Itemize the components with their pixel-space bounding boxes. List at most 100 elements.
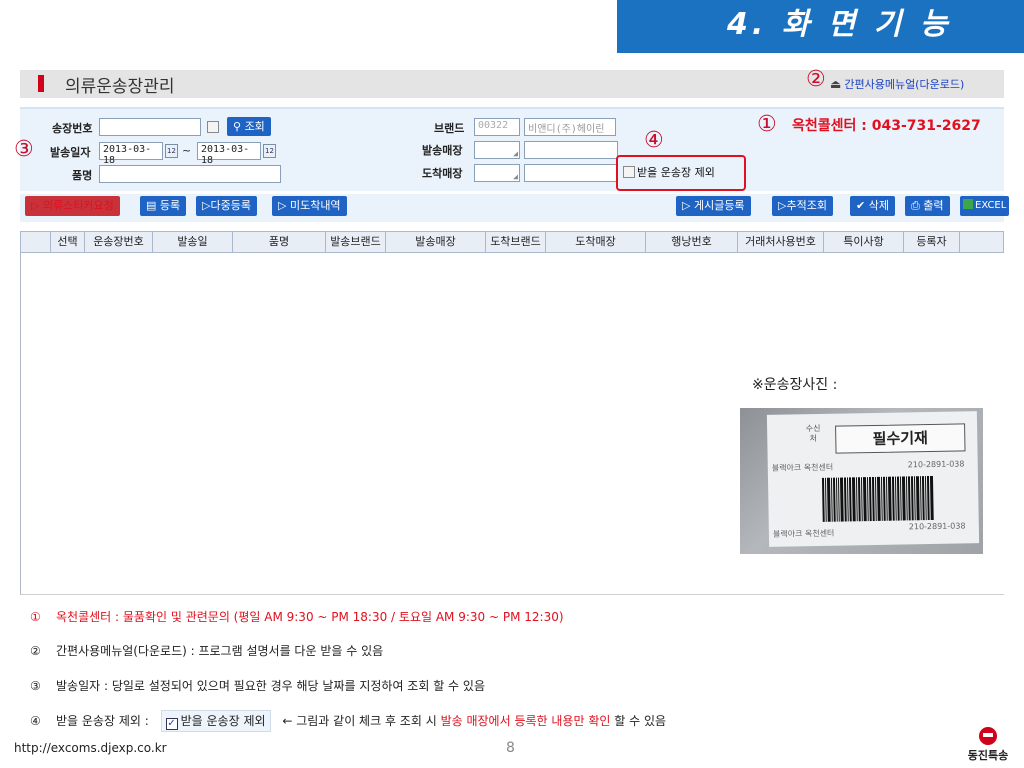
note-label: 받을 운송장 제외 : [56, 714, 149, 728]
invoice-label: 송장번호 [52, 122, 93, 135]
column-header[interactable]: 도착매장 [546, 232, 646, 252]
calendar-icon[interactable]: 12 [165, 144, 178, 158]
print-label: 출력 [923, 199, 944, 212]
manual-link-label: 간편사용메뉴얼(다운로드) [844, 78, 965, 91]
date-to-input[interactable]: 2013-03-18 [197, 142, 261, 166]
search-button-label: 조회 [244, 120, 265, 133]
send-store-code-input[interactable]: ◢ [474, 141, 520, 159]
toolbar: ▷ 의류스티커요청 ▤ 등록 ▷다중등록 ▷ 미도착내역 ▷ 게시글등록 ▷추적… [20, 194, 1010, 222]
column-header[interactable]: 발송브랜드 [326, 232, 386, 252]
column-header[interactable]: 발송일 [153, 232, 233, 252]
print-icon: ⎙ [911, 199, 924, 212]
callcenter-number: 옥천콜센터 : 043-731-2627 [792, 118, 981, 134]
label-paper: 수신처 필수기재 블랙아크 옥천센터 210-2891-038 블랙아크 옥천센… [766, 411, 980, 547]
register-label: 등록 [159, 199, 181, 212]
print-button[interactable]: ⎙ 출력 [905, 196, 950, 216]
grid-header-filler [960, 232, 1003, 252]
column-header[interactable]: 등록자 [904, 232, 960, 252]
excel-label: EXCEL [975, 200, 1007, 211]
column-header[interactable]: 특이사항 [824, 232, 904, 252]
note-text: 할 수 있음 [614, 714, 667, 728]
note-text: 간편사용메뉴얼(다운로드) : 프로그램 설명서를 다운 받을 수 있음 [56, 644, 384, 658]
sticker-request-button[interactable]: ▷ 의류스티커요청 [25, 196, 120, 216]
send-store-name-input[interactable] [524, 141, 618, 159]
note-1: ① 옥천콜센터 : 물품확인 및 관련문의 (평일 AM 9:30 ~ PM 18… [30, 608, 564, 625]
send-store-label: 발송매장 [422, 144, 463, 157]
brand-label: 브랜드 [434, 122, 465, 135]
note-highlight: 발송 매장에서 등록한 내용만 확인 [440, 714, 611, 728]
not-arrived-button[interactable]: ▷ 미도착내역 [272, 196, 347, 216]
company-logo: 동진특송 [958, 727, 1018, 765]
photo-caption: ※운송장사진 : [752, 377, 838, 393]
photo-text: 210-2891-038 [908, 521, 966, 532]
required-field-box: 필수기재 [835, 423, 966, 454]
note-text: ← 그림과 같이 체크 후 조회 시 [282, 714, 437, 728]
logo-text: 동진특송 [967, 749, 1009, 762]
excel-button[interactable]: EXCEL [960, 196, 1010, 216]
column-header[interactable]: 거래처사용번호 [738, 232, 824, 252]
footer-url: http://excoms.djexp.co.kr [14, 741, 167, 755]
manual-download-link[interactable]: ⏏ 간편사용메뉴얼(다운로드) [830, 76, 964, 92]
download-icon: ⏏ [830, 77, 842, 91]
sample-checkbox-label: 받을 운송장 제외 [180, 714, 266, 728]
page-title: 의류운송장관리 [65, 77, 175, 97]
arrive-store-name-input[interactable] [524, 164, 618, 182]
calendar-icon[interactable]: 12 [263, 144, 276, 158]
grid-header: 선택 운송장번호 발송일 품명 발송브랜드 발송매장 도착브랜드 도착매장 행낭… [20, 231, 1004, 253]
callout-4: ④ [644, 128, 664, 153]
app-header: 의류운송장관리 ⏏ 간편사용메뉴얼(다운로드) [20, 70, 1004, 98]
date-tilde: ~ [182, 144, 192, 157]
note-3: ③ 발송일자 : 당일로 설정되어 있으며 필요한 경우 해당 날짜를 지정하여 … [30, 677, 485, 694]
logo-icon [979, 727, 997, 745]
register-icon: ▤ [146, 199, 160, 212]
note-2: ② 간편사용메뉴얼(다운로드) : 프로그램 설명서를 다운 받을 수 있음 [30, 642, 383, 659]
callout-1: ① [757, 112, 777, 137]
title-marker [38, 75, 44, 92]
grid-header-spacer [21, 232, 51, 252]
callout-2: ② [806, 67, 826, 92]
photo-text: 블랙아크 옥천센터 [772, 528, 835, 539]
column-header[interactable]: 발송매장 [386, 232, 486, 252]
brand-code-input[interactable]: 00322 [474, 118, 520, 136]
track-button[interactable]: ▷추적조회 [772, 196, 833, 216]
register-button[interactable]: ▤ 등록 [140, 196, 187, 216]
invoice-photo: 수신처 필수기재 블랙아크 옥천센터 210-2891-038 블랙아크 옥천센… [740, 408, 983, 554]
invoice-input[interactable] [99, 118, 201, 136]
note-number: ① [30, 610, 41, 624]
date-label: 발송일자 [50, 146, 91, 159]
note-4: ④ 받을 운송장 제외 : ✓ 받을 운송장 제외 ← 그림과 같이 체크 후 조회… [30, 710, 666, 732]
excel-icon [963, 199, 973, 209]
item-label: 품명 [72, 169, 93, 182]
brand-name-input[interactable]: 비앤디(주)헤이린 [524, 118, 616, 136]
column-header[interactable]: 도착브랜드 [486, 232, 546, 252]
callout-3: ③ [14, 137, 34, 162]
note-number: ④ [30, 714, 41, 728]
slide-title: 4. 화 면 기 능 [617, 0, 1024, 53]
notice-register-button[interactable]: ▷ 게시글등록 [676, 196, 751, 216]
column-header[interactable]: 운송장번호 [85, 232, 153, 252]
note-text: 발송일자 : 당일로 설정되어 있으며 필요한 경우 해당 날짜를 지정하여 조… [56, 679, 485, 693]
photo-text: 블랙아크 옥천센터 [771, 462, 834, 473]
arrive-store-code-input[interactable]: ◢ [474, 164, 520, 182]
delete-button[interactable]: ✔ 삭제 [850, 196, 895, 216]
page-number: 8 [506, 740, 515, 756]
column-header[interactable]: 행낭번호 [646, 232, 738, 252]
search-icon: ⚲ [233, 120, 245, 133]
resize-handle: ◢ [513, 149, 518, 158]
column-header[interactable]: 선택 [51, 232, 85, 252]
photo-text: 210-2891-038 [907, 459, 965, 470]
search-button[interactable]: ⚲ 조회 [227, 117, 271, 136]
barcode [821, 475, 973, 522]
multi-register-button[interactable]: ▷다중등록 [196, 196, 257, 216]
highlight-box [616, 155, 746, 191]
arrive-store-label: 도착매장 [422, 167, 463, 180]
note-number: ② [30, 644, 41, 658]
date-from-input[interactable]: 2013-03-18 [99, 142, 163, 166]
sample-checkbox: ✓ 받을 운송장 제외 [160, 710, 271, 732]
item-input[interactable] [99, 165, 281, 183]
check-icon: ✓ [165, 718, 178, 730]
recipient-mark: 수신처 [805, 423, 821, 444]
column-header[interactable]: 품명 [233, 232, 326, 252]
resize-handle: ◢ [513, 172, 518, 181]
invoice-checkbox[interactable] [207, 121, 219, 133]
